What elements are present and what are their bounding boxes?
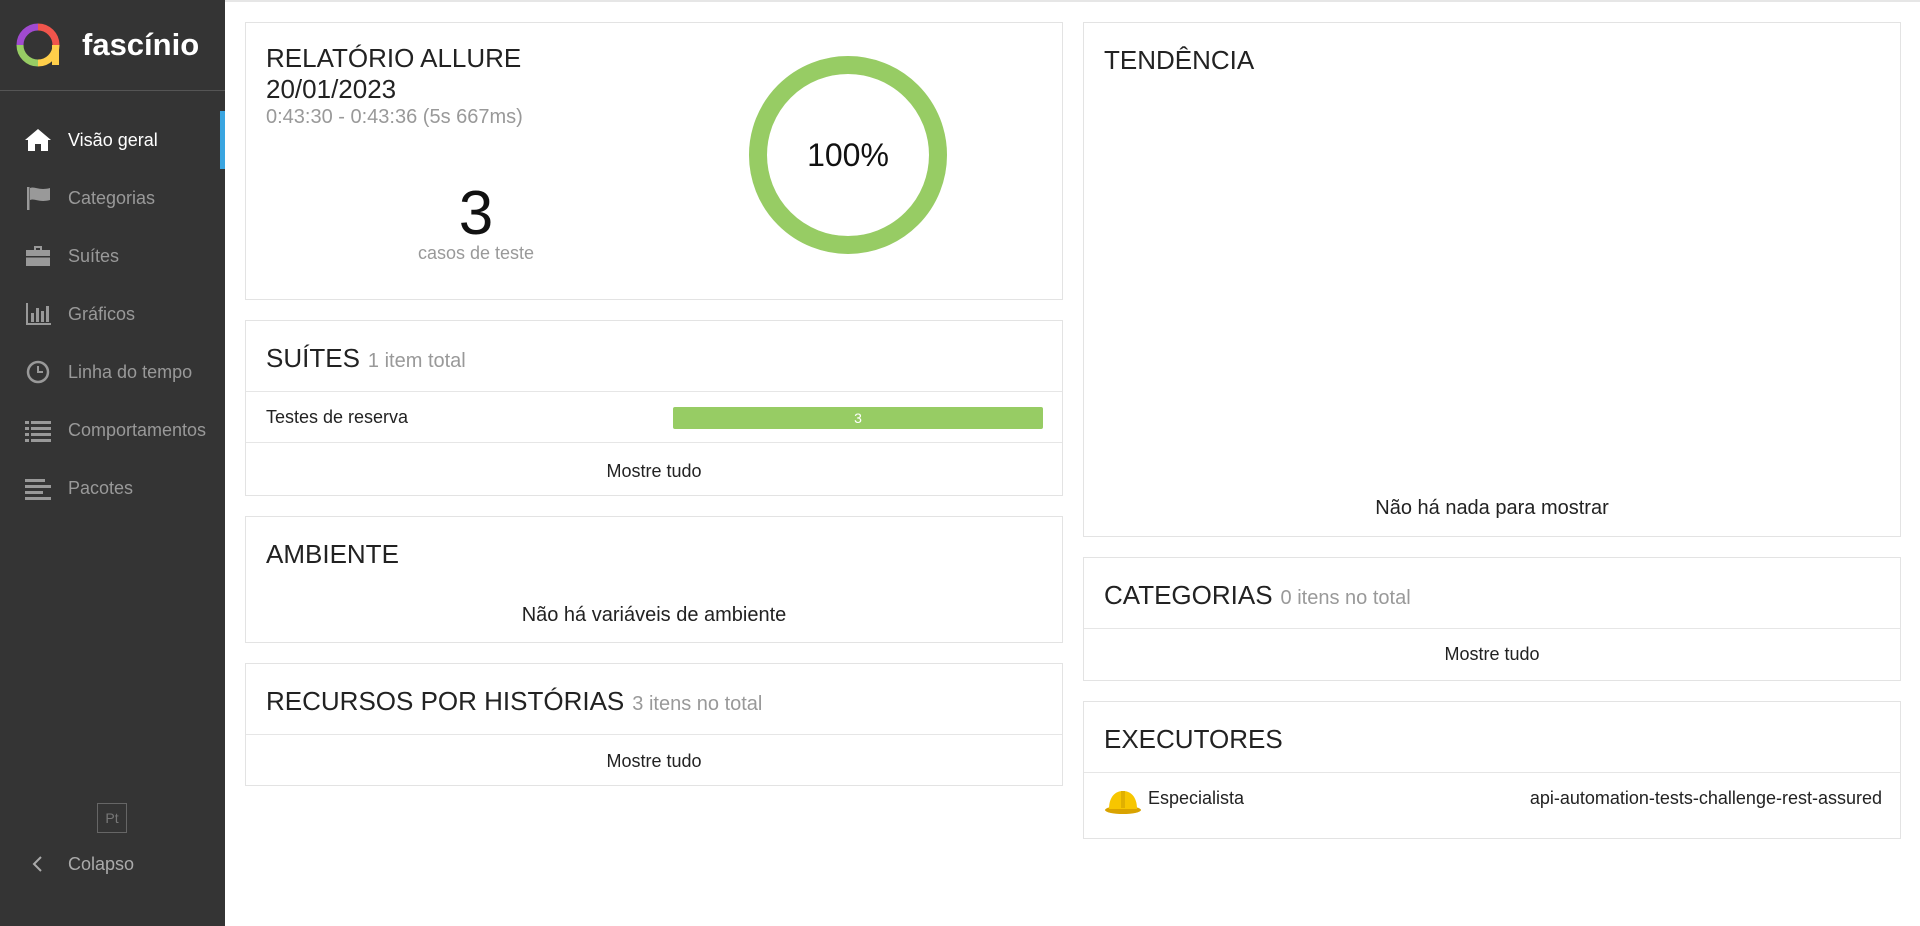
features-widget: RECURSOS POR HISTÓRIAS 3 itens no total … bbox=[245, 663, 1063, 786]
sidebar-item-overview[interactable]: Visão geral bbox=[0, 111, 225, 169]
trend-header: TENDÊNCIA bbox=[1104, 45, 1254, 76]
environment-title: AMBIENTE bbox=[266, 539, 399, 569]
pass-rate-percent: 100% bbox=[807, 136, 889, 173]
divider bbox=[1084, 628, 1900, 629]
brand[interactable]: fascínio bbox=[0, 0, 225, 91]
suite-passed-bar[interactable]: 3 bbox=[673, 407, 1043, 429]
bar-chart-icon bbox=[22, 300, 54, 328]
sidebar-item-label: Gráficos bbox=[68, 303, 136, 324]
briefcase-icon bbox=[22, 242, 54, 270]
executors-header: EXECUTORES bbox=[1104, 724, 1283, 755]
trend-title: TENDÊNCIA bbox=[1104, 45, 1255, 75]
summary-widget: RELATÓRIO ALLURE 20/01/2023 0:43:30 - 0:… bbox=[245, 22, 1063, 300]
allure-logo-icon bbox=[16, 23, 60, 67]
collapse-label: Colapso bbox=[68, 853, 135, 874]
suites-show-all-link[interactable]: Mostre tudo bbox=[246, 461, 1062, 482]
features-header: RECURSOS POR HISTÓRIAS 3 itens no total bbox=[266, 686, 762, 717]
brand-name: fascínio bbox=[82, 27, 200, 62]
categories-widget: CATEGORIAS 0 itens no total Mostre tudo bbox=[1083, 557, 1901, 681]
sidebar-item-categories[interactable]: Categorias bbox=[0, 169, 225, 227]
flag-icon bbox=[22, 184, 54, 212]
executors-widget: EXECUTORES Especialista api-automation-t… bbox=[1083, 701, 1901, 839]
environment-header: AMBIENTE bbox=[266, 539, 399, 570]
collapse-button[interactable]: Colapso bbox=[22, 846, 134, 882]
divider bbox=[1084, 772, 1900, 773]
suites-widget: SUÍTES 1 item total Testes de reserva 3 … bbox=[245, 320, 1063, 496]
home-icon bbox=[22, 126, 54, 154]
report-title-line1: RELATÓRIO ALLURE bbox=[266, 43, 522, 73]
test-case-count: 3 bbox=[458, 179, 494, 248]
divider bbox=[246, 734, 1062, 735]
suites-count: 1 item total bbox=[367, 350, 466, 372]
suite-name: Testes de reserva bbox=[266, 406, 409, 427]
executors-title: EXECUTORES bbox=[1104, 724, 1283, 754]
categories-header: CATEGORIAS 0 itens no total bbox=[1104, 580, 1411, 611]
report-title: RELATÓRIO ALLURE 20/01/2023 bbox=[266, 43, 521, 105]
sidebar-item-label: Comportamentos bbox=[68, 419, 207, 440]
report-date: 20/01/2023 bbox=[266, 74, 397, 104]
features-title: RECURSOS POR HISTÓRIAS bbox=[266, 686, 625, 716]
executor-build-name[interactable]: api-automation-tests-challenge-rest-assu… bbox=[1530, 788, 1882, 809]
suites-header: SUÍTES 1 item total bbox=[266, 343, 466, 374]
executor-name[interactable]: Especialista bbox=[1148, 788, 1244, 809]
clock-icon bbox=[22, 358, 54, 386]
hard-hat-icon bbox=[1105, 791, 1141, 814]
sidebar-item-label: Linha do tempo bbox=[68, 361, 193, 382]
sidebar-item-graphs[interactable]: Gráficos bbox=[0, 285, 225, 343]
chevron-left-icon bbox=[22, 850, 54, 878]
sidebar-item-behaviors[interactable]: Comportamentos bbox=[0, 401, 225, 459]
align-left-icon bbox=[22, 474, 54, 502]
features-count: 3 itens no total bbox=[632, 693, 763, 715]
categories-title: CATEGORIAS bbox=[1104, 580, 1273, 610]
suite-row[interactable]: Testes de reserva 3 bbox=[246, 391, 1062, 443]
features-show-all-link[interactable]: Mostre tudo bbox=[246, 751, 1062, 772]
list-icon bbox=[22, 416, 54, 444]
sidebar-item-label: Visão geral bbox=[68, 129, 158, 150]
sidebar-item-packages[interactable]: Pacotes bbox=[0, 459, 225, 517]
categories-show-all-link[interactable]: Mostre tudo bbox=[1084, 644, 1900, 665]
environment-empty-message: Não há variáveis de ambiente bbox=[521, 604, 787, 626]
sidebar-item-label: Suítes bbox=[68, 245, 120, 266]
environment-widget: AMBIENTE Não há variáveis de ambiente bbox=[245, 516, 1063, 643]
top-border bbox=[225, 0, 1920, 2]
report-time-range: 0:43:30 - 0:43:36 (5s 667ms) bbox=[266, 106, 523, 128]
suites-title: SUÍTES bbox=[266, 343, 360, 373]
categories-count: 0 itens no total bbox=[1280, 587, 1411, 609]
trend-widget: TENDÊNCIA Não há nada para mostrar bbox=[1083, 22, 1901, 537]
sidebar-item-label: Pacotes bbox=[68, 477, 134, 498]
sidebar-item-label: Categorias bbox=[68, 187, 156, 208]
sidebar-item-suites[interactable]: Suítes bbox=[0, 227, 225, 285]
sidebar: fascínio Visão geral Categorias Suítes G… bbox=[0, 0, 225, 926]
sidebar-item-timeline[interactable]: Linha do tempo bbox=[0, 343, 225, 401]
trend-empty-message: Não há nada para mostrar bbox=[1375, 497, 1609, 519]
test-case-count-label: casos de teste bbox=[417, 243, 535, 263]
language-selector[interactable]: Pt bbox=[97, 803, 127, 833]
sidebar-nav: Visão geral Categorias Suítes Gráficos L… bbox=[0, 111, 225, 517]
